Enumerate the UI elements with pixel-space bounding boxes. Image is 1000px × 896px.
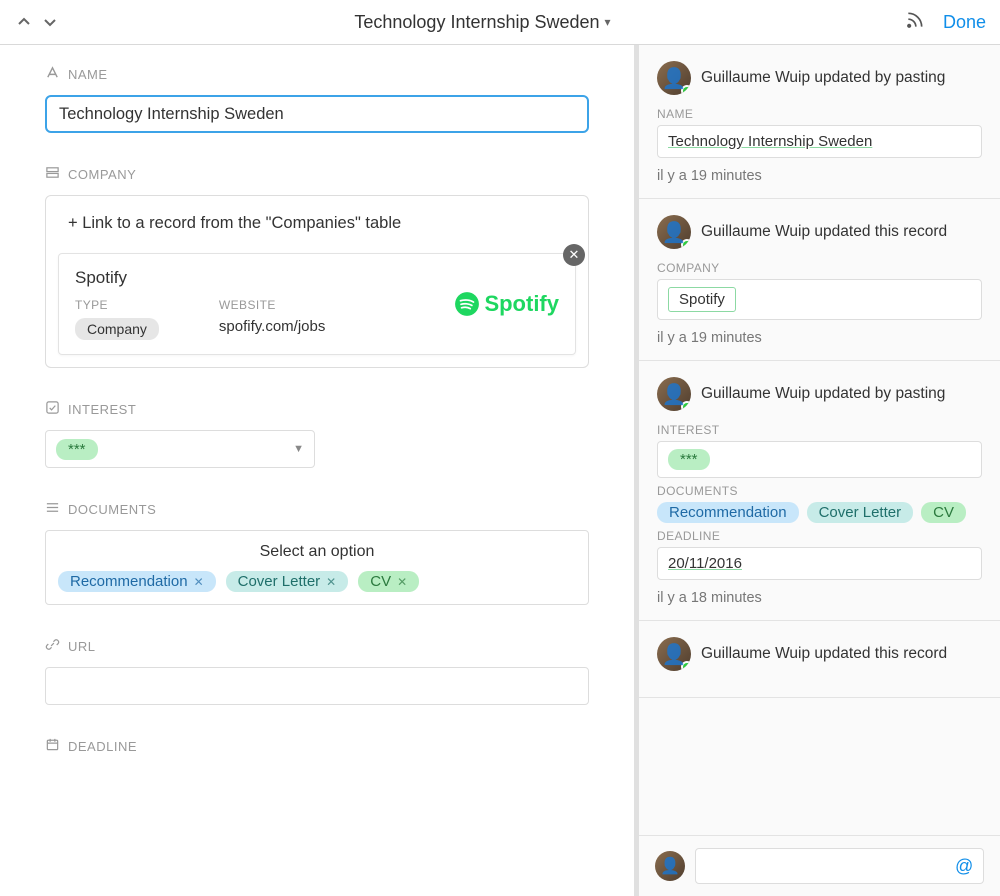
- record-nav: [14, 12, 60, 32]
- text-icon: [45, 65, 60, 83]
- comment-input[interactable]: @: [695, 848, 984, 884]
- avatar: [657, 637, 691, 671]
- avatar: [657, 61, 691, 95]
- activity-change-label: DOCUMENTS: [657, 484, 982, 498]
- activity-timestamp: il y a 19 minutes: [657, 168, 982, 184]
- document-tag[interactable]: Cover Letter✕: [226, 571, 349, 592]
- activity-timestamp: il y a 18 minutes: [657, 590, 982, 606]
- multi-select-icon: [45, 500, 60, 518]
- url-icon: [45, 637, 60, 655]
- activity-timestamp: il y a 19 minutes: [657, 330, 982, 346]
- document-tag: CV: [921, 502, 966, 523]
- linked-record-type-value: Company: [75, 318, 159, 340]
- activity-item: Guillaume Wuip updated by pasting INTERES…: [639, 361, 1000, 621]
- documents-tags: Recommendation✕ Cover Letter✕ CV✕: [58, 571, 576, 592]
- activity-message: Guillaume Wuip updated by pasting: [701, 385, 945, 403]
- caret-down-icon: ▾: [605, 15, 611, 29]
- record-title[interactable]: Technology Internship Sweden ▾: [60, 12, 905, 33]
- field-label-company: COMPANY: [68, 167, 136, 182]
- activity-change-value: Recommendation Cover Letter CV: [657, 502, 982, 523]
- activity-change-value: Technology Internship Sweden: [657, 125, 982, 158]
- remove-linked-record-button[interactable]: ✕: [563, 244, 585, 266]
- activity-message: Guillaume Wuip updated this record: [701, 645, 947, 663]
- avatar: [657, 215, 691, 249]
- activity-message: Guillaume Wuip updated this record: [701, 223, 947, 241]
- record-form: NAME COMPANY + Link to a record from the…: [0, 45, 635, 896]
- linked-record-type-label: TYPE: [75, 298, 159, 312]
- interest-value: ***: [56, 439, 98, 460]
- field-label-interest: INTEREST: [68, 402, 136, 417]
- activity-change-value: 20/11/2016: [657, 547, 982, 580]
- activity-item: Guillaume Wuip updated by pasting NAME Tec…: [639, 45, 1000, 199]
- field-label-deadline: DEADLINE: [68, 739, 137, 754]
- documents-field: Select an option Recommendation✕ Cover L…: [45, 530, 589, 605]
- activity-change-label: NAME: [657, 107, 982, 121]
- next-record-button[interactable]: [40, 12, 60, 32]
- record-title-text: Technology Internship Sweden: [354, 12, 599, 33]
- field-label-name: NAME: [68, 67, 108, 82]
- company-field: + Link to a record from the "Companies" …: [45, 195, 589, 368]
- spotify-logo: Spotify: [449, 268, 559, 340]
- name-input[interactable]: [45, 95, 589, 133]
- chevron-down-icon: [42, 14, 58, 30]
- field-label-url: URL: [68, 639, 96, 654]
- comment-bar: @: [639, 835, 1000, 896]
- presence-indicator: [681, 85, 691, 95]
- avatar: [657, 377, 691, 411]
- activity-change-value: ***: [657, 441, 982, 478]
- remove-tag-icon[interactable]: ✕: [326, 575, 336, 589]
- chevron-up-icon: [16, 14, 32, 30]
- linked-record-website-value: spofify.com/jobs: [219, 318, 325, 335]
- activity-item: Guillaume Wuip updated this record COMPAN…: [639, 199, 1000, 361]
- header-bar: Technology Internship Sweden ▾ Done: [0, 0, 1000, 45]
- document-tag: Recommendation: [657, 502, 799, 523]
- activity-message: Guillaume Wuip updated by pasting: [701, 69, 945, 87]
- documents-select-prompt[interactable]: Select an option: [58, 543, 576, 571]
- document-tag: Cover Letter: [807, 502, 914, 523]
- linked-record-title: Spotify: [75, 268, 449, 288]
- presence-indicator: [681, 239, 691, 249]
- remove-tag-icon[interactable]: ✕: [194, 575, 204, 589]
- activity-item: Guillaume Wuip updated this record: [639, 621, 1000, 698]
- linked-record-website-label: WEBSITE: [219, 298, 325, 312]
- done-button[interactable]: Done: [943, 12, 986, 33]
- activity-change-label: COMPANY: [657, 261, 982, 275]
- document-tag[interactable]: CV✕: [358, 571, 419, 592]
- document-tag[interactable]: Recommendation✕: [58, 571, 216, 592]
- date-icon: [45, 737, 60, 755]
- remove-tag-icon[interactable]: ✕: [397, 575, 407, 589]
- brand-name: Spotify: [484, 291, 559, 317]
- caret-down-icon: ▼: [293, 443, 304, 455]
- activity-pane: Guillaume Wuip updated by pasting NAME Tec…: [635, 45, 1000, 896]
- url-input[interactable]: [45, 667, 589, 705]
- avatar: [655, 851, 685, 881]
- linked-record-card[interactable]: Spotify TYPE Company WEBSITE spofify.com…: [58, 253, 576, 355]
- link-record-button[interactable]: + Link to a record from the "Companies" …: [58, 208, 576, 239]
- field-label-documents: DOCUMENTS: [68, 502, 156, 517]
- rss-icon[interactable]: [905, 10, 925, 34]
- mention-button[interactable]: @: [955, 856, 973, 877]
- presence-indicator: [681, 401, 691, 411]
- link-record-icon: [45, 165, 60, 183]
- prev-record-button[interactable]: [14, 12, 34, 32]
- link-record-placeholder: + Link to a record from the "Companies" …: [68, 214, 401, 233]
- activity-change-label: DEADLINE: [657, 529, 982, 543]
- interest-select[interactable]: *** ▼: [45, 430, 315, 468]
- activity-change-label: INTEREST: [657, 423, 982, 437]
- presence-indicator: [681, 661, 691, 671]
- single-select-icon: [45, 400, 60, 418]
- activity-change-value: Spotify: [657, 279, 982, 320]
